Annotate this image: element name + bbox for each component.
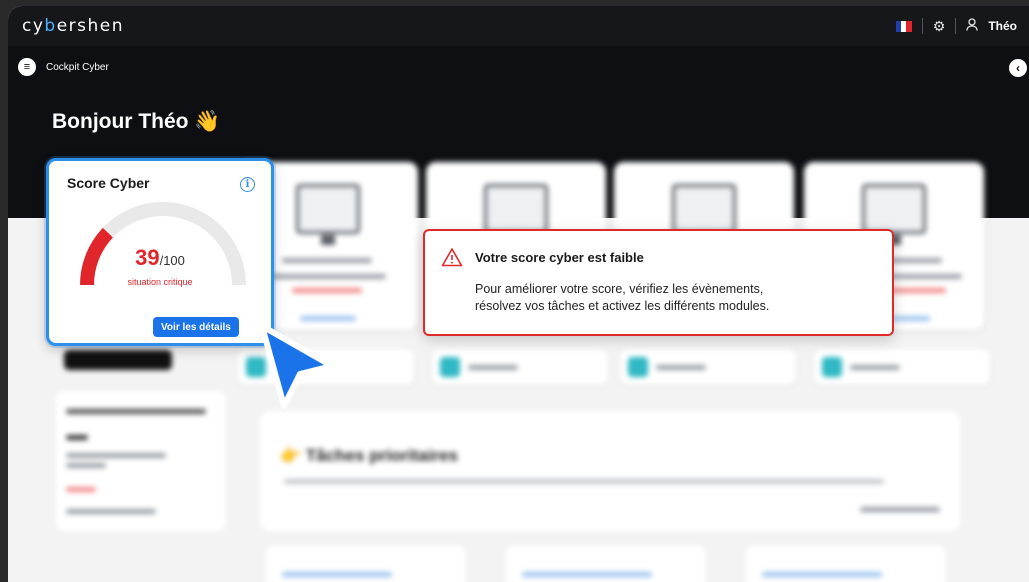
security-panel [56,391,226,531]
module-pill [620,349,796,385]
score-cyber-card: Score Cyber i 39/100 situation critique … [46,158,274,346]
alert-body: Pour améliorer votre score, vérifiez les… [475,282,770,313]
score-number: 39 [135,245,160,270]
tasks-panel [260,411,960,531]
module-pill [814,349,990,385]
score-status: situation critique [127,277,193,287]
module-pill [432,349,608,385]
task-card [266,546,466,582]
score-card-title: Score Cyber [67,175,150,191]
score-max: /100 [159,253,185,268]
low-score-alert: Votre score cyber est faible Pour amélio… [423,229,894,336]
tasks-heading: 👉 Tâches prioritaires [280,446,459,465]
info-icon[interactable]: i [240,177,255,192]
cursor-pointer-icon [252,316,342,421]
report-button [64,350,172,370]
view-details-button[interactable]: Voir les détails [153,317,239,337]
score-value: 39/100 [49,245,271,271]
warning-icon [441,247,463,272]
alert-title: Votre score cyber est faible [475,250,644,265]
task-card [506,546,706,582]
task-card [746,546,946,582]
